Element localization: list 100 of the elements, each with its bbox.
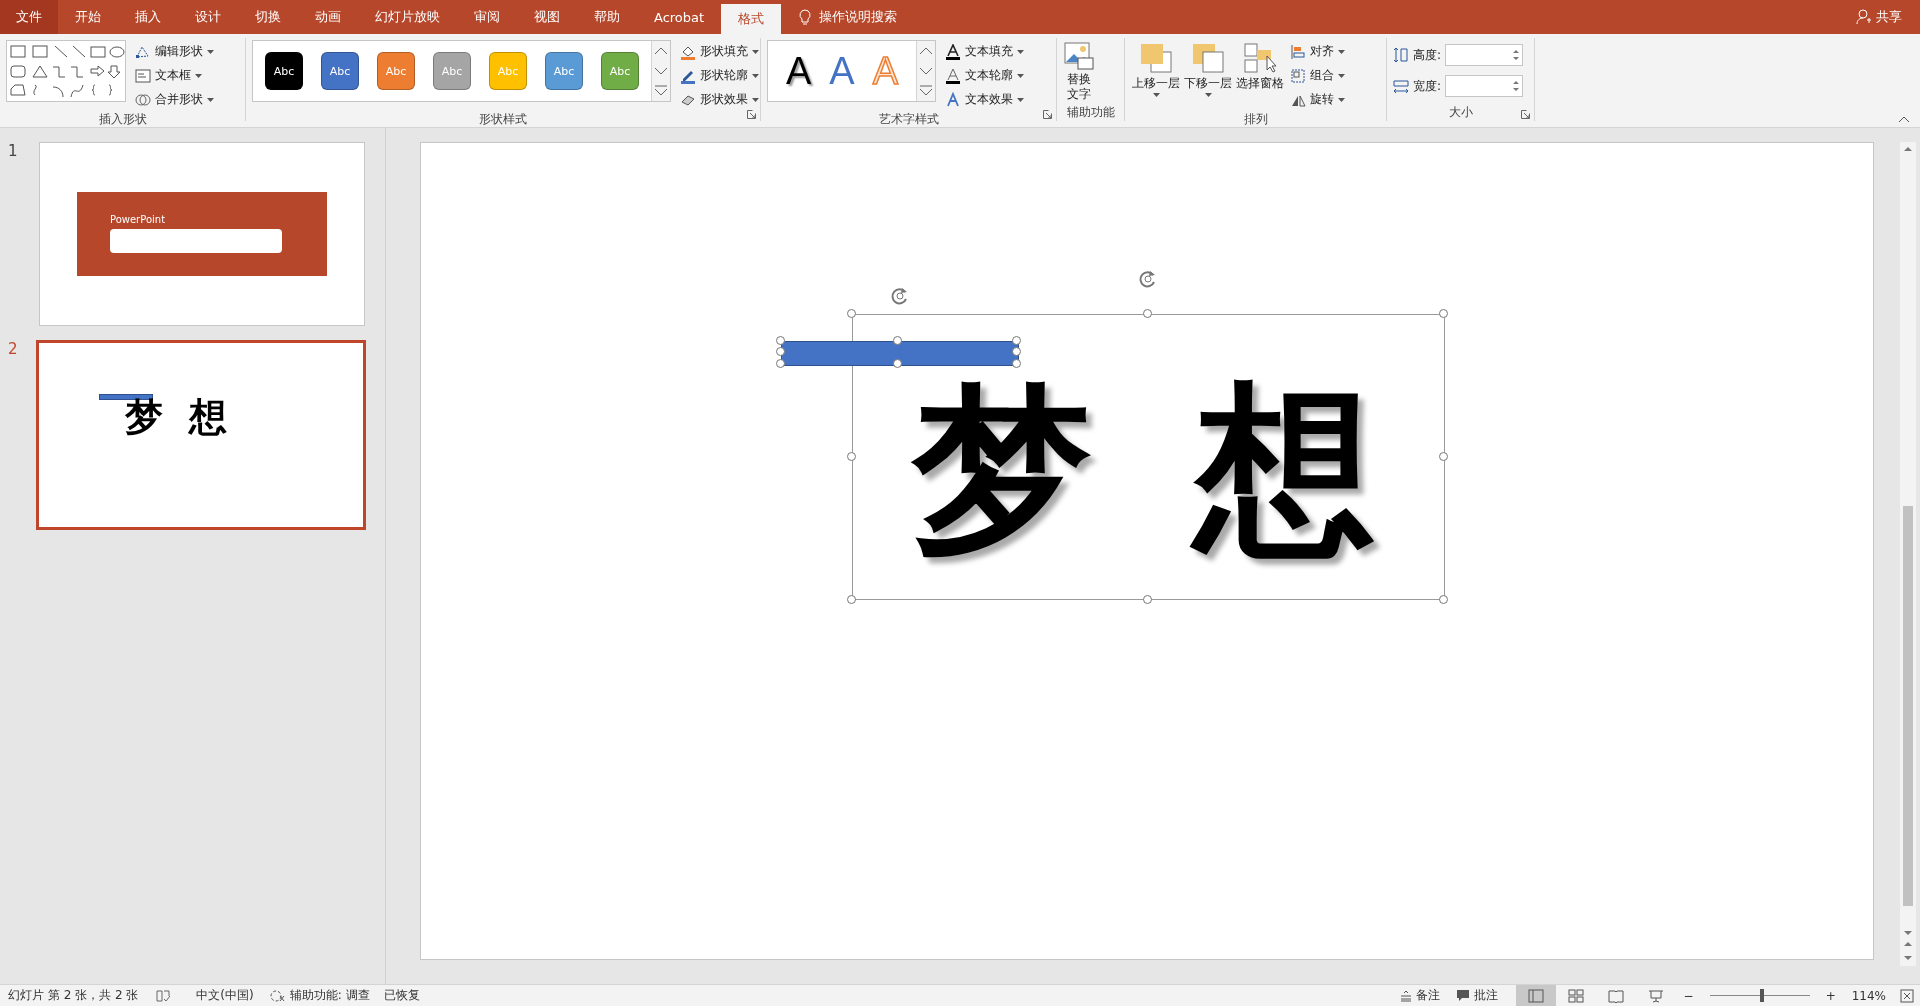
ribbon-tab[interactable]: 审阅: [457, 0, 517, 34]
resize-handle[interactable]: [1439, 309, 1448, 318]
ribbon-tab[interactable]: 幻灯片放映: [358, 0, 457, 34]
ribbon-command[interactable]: 文本框: [132, 64, 217, 87]
rotate-handle-icon[interactable]: [1138, 269, 1158, 289]
ribbon-tab[interactable]: 动画: [298, 0, 358, 34]
resize-handle[interactable]: [1143, 309, 1152, 318]
wordart-style[interactable]: A: [780, 49, 818, 93]
comments-button[interactable]: 批注: [1447, 985, 1506, 1006]
ribbon-tab[interactable]: 文件: [0, 0, 58, 34]
slide-counter: 幻灯片 第 2 张，共 2 张: [8, 987, 139, 1004]
vertical-scrollbar[interactable]: [1900, 142, 1916, 966]
size-field[interactable]: [1445, 75, 1524, 97]
spelling-check-icon[interactable]: [156, 988, 171, 1003]
fit-to-window-icon[interactable]: [1900, 988, 1914, 1003]
share-button[interactable]: 共享: [1838, 0, 1920, 34]
slideshow-icon: [1647, 988, 1664, 1003]
slide-number: 2: [8, 340, 19, 358]
caret-icon: [1017, 49, 1025, 54]
slide-thumbnail[interactable]: 梦 想: [36, 340, 366, 530]
resize-handle[interactable]: [847, 452, 856, 461]
text-effects-icon: [945, 91, 962, 108]
caret-icon: [195, 73, 202, 78]
ribbon-command[interactable]: 文本效果: [942, 88, 1028, 111]
caret-icon: [1338, 97, 1345, 102]
ribbon-command[interactable]: 编辑形状: [132, 40, 217, 63]
collapse-ribbon-icon[interactable]: [1898, 115, 1910, 123]
rotate-handle-icon[interactable]: [890, 286, 910, 306]
tell-me-search[interactable]: 操作说明搜索: [785, 0, 912, 34]
ribbon-command[interactable]: 形状轮廓: [677, 64, 762, 87]
zoom-out-button[interactable]: −: [1675, 985, 1702, 1006]
lightbulb-icon: [799, 9, 812, 25]
ribbon-command[interactable]: 上移一层: [1131, 40, 1181, 99]
ribbon-command[interactable]: 旋转: [1287, 88, 1348, 111]
slide-number: 1: [8, 142, 19, 160]
ribbon-tab[interactable]: 插入: [118, 0, 178, 34]
notes-button[interactable]: 备注: [1391, 985, 1448, 1006]
expand-icon[interactable]: [919, 85, 934, 97]
ribbon-tab[interactable]: 视图: [517, 0, 577, 34]
calligraphy-text: 梦 想: [910, 379, 1396, 571]
resize-handle[interactable]: [893, 336, 902, 345]
rectangle-shape[interactable]: [781, 341, 1019, 366]
wordart-style[interactable]: A: [823, 49, 861, 93]
resize-handle[interactable]: [1439, 452, 1448, 461]
zoom-thumb[interactable]: [1759, 989, 1764, 1002]
ribbon-tab[interactable]: Acrobat: [637, 0, 722, 34]
ribbon-command[interactable]: 下移一层: [1183, 40, 1233, 99]
text-box[interactable]: 梦 想: [852, 314, 1445, 600]
slide-thumbnail[interactable]: PowerPoint: [39, 142, 365, 326]
ribbon-command[interactable]: 组合: [1287, 64, 1348, 87]
comment-icon: [1455, 989, 1470, 1002]
ribbon-command[interactable]: 合并形状: [132, 88, 217, 111]
add-person-icon: [1856, 9, 1872, 25]
resize-handle[interactable]: [893, 359, 902, 368]
ribbon-command[interactable]: 形状填充: [677, 40, 762, 63]
ribbon-command[interactable]: 形状效果: [677, 88, 762, 111]
scroll-down-icon[interactable]: [654, 65, 668, 77]
dialog-launcher-icon[interactable]: [1043, 110, 1052, 119]
caret-icon: [1338, 73, 1345, 78]
style-swatch[interactable]: Abc: [265, 52, 303, 90]
language-button[interactable]: 中文(中国): [188, 985, 262, 1006]
zoom-level[interactable]: 114%: [1843, 985, 1894, 1006]
expand-icon[interactable]: [654, 85, 668, 97]
ribbon-command[interactable]: 选择窗格: [1235, 40, 1285, 93]
ribbon-tab[interactable]: 切换: [238, 0, 298, 34]
group-label: 大小: [1448, 104, 1473, 121]
align-icon: [1290, 43, 1306, 60]
resize-handle[interactable]: [1143, 595, 1152, 604]
style-swatch[interactable]: Abc: [321, 52, 359, 90]
view-button[interactable]: [1515, 985, 1556, 1006]
dialog-launcher-icon[interactable]: [747, 110, 756, 119]
scroll-up-icon[interactable]: [654, 45, 668, 57]
caret-icon: [207, 49, 214, 54]
zoom-in-button[interactable]: +: [1817, 985, 1844, 1006]
resize-handle[interactable]: [847, 309, 856, 318]
ribbon-tab[interactable]: 格式: [721, 4, 782, 34]
ribbon-tab[interactable]: 开始: [58, 0, 118, 34]
size-field[interactable]: [1445, 44, 1524, 66]
accessibility-button[interactable]: 辅助功能: 调查: [261, 985, 378, 1006]
alt-text-button[interactable]: 替换 文字: [1063, 40, 1095, 104]
dialog-launcher-icon[interactable]: [1521, 110, 1530, 119]
ribbon-tab[interactable]: 帮助: [577, 0, 637, 34]
shape-gallery-drawing[interactable]: [6, 40, 126, 102]
recovery-status: 已恢复: [383, 987, 420, 1004]
width-icon: [1393, 78, 1409, 94]
resize-handle[interactable]: [1439, 595, 1448, 604]
group-label: 艺术字样式: [878, 111, 939, 128]
ribbon-tab[interactable]: 设计: [178, 0, 238, 34]
resize-handle[interactable]: [847, 595, 856, 604]
height-icon: [1393, 47, 1409, 63]
caret-icon: [1204, 93, 1212, 97]
merge-shapes-icon: [135, 91, 151, 108]
group-label: 形状样式: [479, 111, 527, 128]
scroll-up-icon[interactable]: [919, 45, 934, 57]
text-box-icon: [135, 67, 151, 84]
ribbon-command[interactable]: 对齐: [1287, 40, 1348, 63]
ribbon-command[interactable]: 文本填充: [942, 40, 1028, 63]
scroll-down-icon[interactable]: [919, 65, 934, 77]
rectangle-shape: [99, 394, 154, 400]
ribbon-command[interactable]: 文本轮廓: [942, 64, 1028, 87]
